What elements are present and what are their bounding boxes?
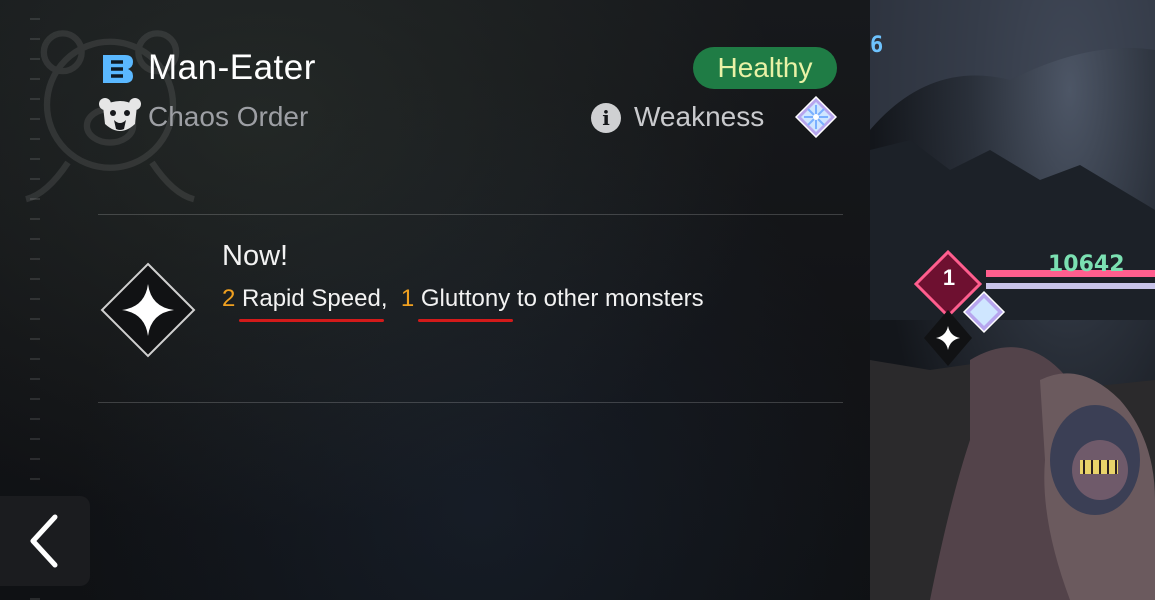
effect-count: 1: [400, 285, 415, 312]
effect-name[interactable]: Rapid Speed: [239, 285, 384, 322]
enemy-hp-value: 10642: [1048, 252, 1125, 277]
monster-info-panel: Man-Eater Chaos Order Healthy i Weakness…: [0, 0, 870, 600]
weakness-label[interactable]: Weakness: [634, 101, 764, 133]
turn-counter: 6: [870, 33, 884, 58]
monster-name: Man-Eater: [148, 48, 316, 87]
section-divider-top: [98, 214, 843, 215]
info-icon[interactable]: i: [591, 103, 621, 133]
effect-name[interactable]: Gluttony: [417, 285, 514, 322]
sparkle-star-icon: [100, 262, 196, 358]
shield-bar-fill: [986, 283, 1155, 289]
ice-crystal-icon: [795, 96, 837, 138]
skill-effect-text: 2 Rapid Speed, 1 Gluttony to other monst…: [222, 285, 704, 322]
back-button[interactable]: [0, 496, 90, 586]
bear-emblem-icon: [99, 98, 141, 131]
effect-count: 2: [222, 285, 236, 312]
section-divider-bottom: [98, 402, 843, 403]
rank-b-icon: [103, 55, 133, 83]
effect-separator: ,: [380, 285, 395, 312]
effect-suffix: to other monsters: [510, 285, 704, 312]
enemy-level: 1: [942, 265, 956, 290]
monster-faction: Chaos Order: [148, 101, 309, 132]
status-badge: Healthy: [693, 47, 837, 89]
skill-timing: Now!: [222, 240, 289, 272]
chevron-left-icon: [30, 514, 58, 568]
